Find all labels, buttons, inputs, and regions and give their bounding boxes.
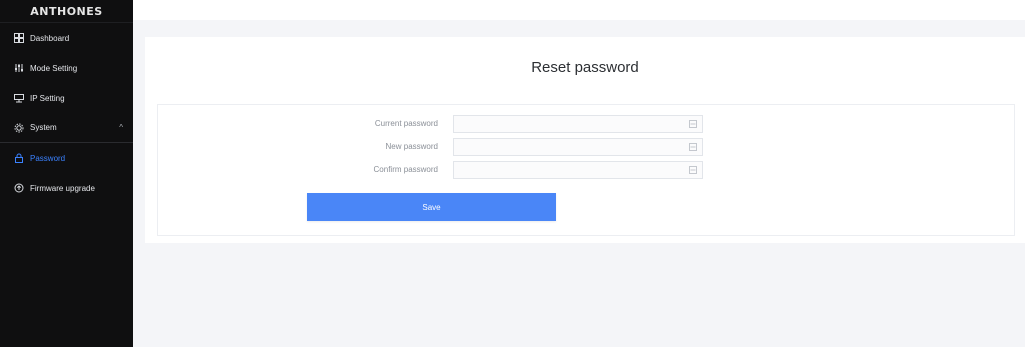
sidebar-item-label: Mode Setting [30, 63, 78, 73]
network-icon [13, 93, 24, 104]
chevron-up-icon: ^ [119, 123, 123, 132]
current-password-input[interactable] [453, 115, 703, 133]
form-row-current-password: Current password [158, 115, 1014, 133]
grid-icon [13, 33, 24, 44]
page-title: Reset password [531, 59, 639, 76]
sidebar-nav: Dashboard Mode Setting IP Setting System [0, 23, 133, 203]
new-password-input[interactable] [453, 138, 703, 156]
upgrade-icon [13, 183, 24, 194]
form-row-new-password: New password [158, 138, 1014, 156]
hide-password-icon[interactable] [689, 120, 697, 128]
hide-password-icon[interactable] [689, 143, 697, 151]
sidebar-item-ip-setting[interactable]: IP Setting [0, 83, 133, 113]
sliders-icon [13, 63, 24, 74]
password-form: Current password New password Confirm pa… [157, 104, 1015, 236]
sidebar-item-label: Firmware upgrade [30, 183, 95, 193]
sidebar-item-label: System [30, 123, 57, 132]
sidebar-item-label: Dashboard [30, 33, 70, 43]
sidebar-item-system[interactable]: System ^ [0, 113, 133, 143]
current-password-label: Current password [374, 119, 438, 128]
brand-logo: ANTHONES [0, 0, 133, 23]
confirm-password-label: Confirm password [373, 165, 438, 174]
new-password-label: New password [385, 142, 438, 151]
sidebar-item-mode-setting[interactable]: Mode Setting [0, 53, 133, 83]
sidebar-item-label: Password [30, 153, 66, 163]
confirm-password-input[interactable] [453, 161, 703, 179]
form-row-confirm-password: Confirm password [158, 161, 1014, 179]
reset-password-card: Reset password Current password New pass… [145, 37, 1025, 243]
app-root: ANTHONES Dashboard Mode Setting IP Setti… [0, 0, 1025, 347]
sidebar-item-password[interactable]: Password [0, 143, 133, 173]
hide-password-icon[interactable] [689, 166, 697, 174]
top-bar [133, 0, 1025, 20]
gear-icon [13, 122, 24, 133]
sidebar-item-firmware-upgrade[interactable]: Firmware upgrade [0, 173, 133, 203]
lock-icon [13, 153, 24, 164]
sidebar-item-label: IP Setting [30, 93, 65, 103]
save-button[interactable]: Save [307, 193, 556, 221]
sidebar-item-dashboard[interactable]: Dashboard [0, 23, 133, 53]
sidebar: ANTHONES Dashboard Mode Setting IP Setti… [0, 0, 133, 347]
